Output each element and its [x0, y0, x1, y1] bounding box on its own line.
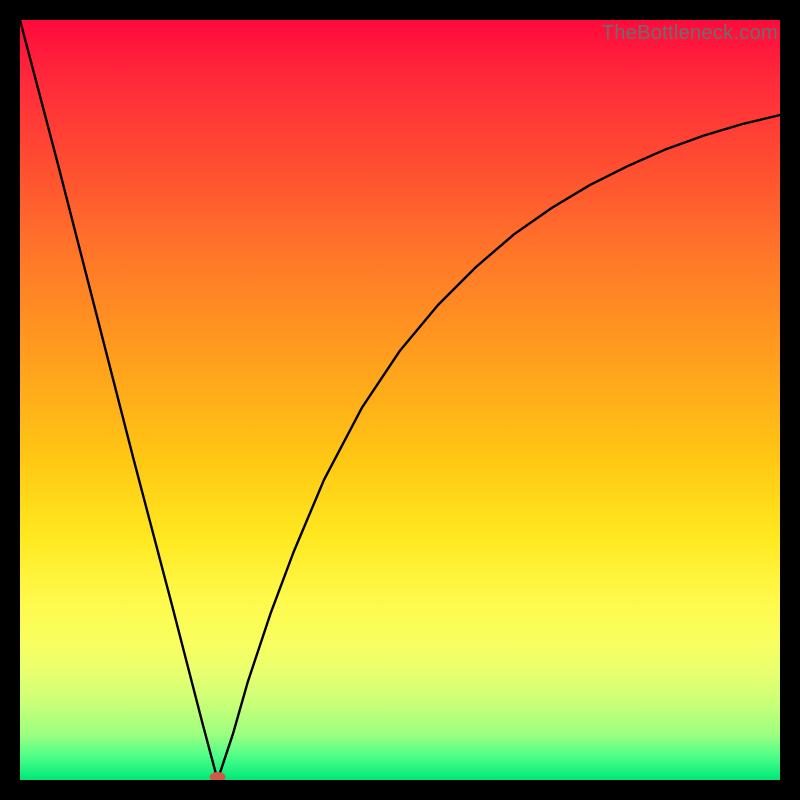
plot-area — [20, 20, 780, 780]
credit-text: TheBottleneck.com — [602, 22, 778, 45]
curve-overlay — [20, 20, 780, 780]
chart-frame: TheBottleneck.com — [0, 0, 800, 800]
minimum-marker — [210, 772, 226, 780]
bottleneck-curve — [20, 20, 780, 780]
